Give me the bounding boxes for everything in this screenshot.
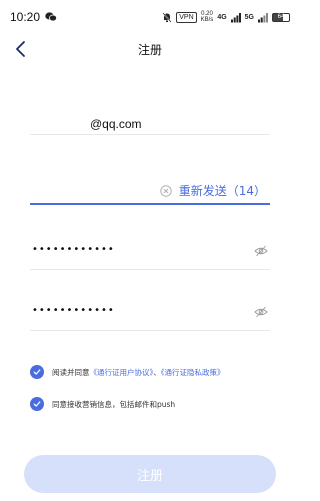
confirm-password-field[interactable]: •••••••••••• <box>30 299 270 331</box>
status-icons: VPN 0.20 KB/s 4G 5G 64 <box>162 11 290 23</box>
user-agreement-link[interactable]: 《通行证用户协议》 <box>90 368 154 377</box>
marketing-text: 同意接收营销信息，包括邮件和push <box>52 399 176 409</box>
confirm-password-mask: •••••••••••• <box>32 305 115 316</box>
page-title: 注册 <box>137 43 162 57</box>
network-type-1: 4G <box>217 13 227 21</box>
battery-indicator: 64 <box>272 12 290 22</box>
status-bar: 10:20 VPN 0.20 KB/s 4G 5G 64 <box>0 0 300 34</box>
wechat-icon <box>45 12 58 22</box>
checkmark-icon <box>33 401 41 407</box>
terms-text: 阅读并同意《通行证用户协议》、《通行证隐私政策》 <box>52 367 225 378</box>
resend-code-button[interactable]: 重新发送（14） <box>179 182 266 199</box>
signal-icon <box>230 12 241 22</box>
terms-prefix: 阅读并同意 <box>52 367 90 377</box>
bell-muted-icon <box>162 12 172 22</box>
marketing-consent-row: 同意接收营销信息，包括邮件和push <box>30 397 175 411</box>
email-value: @qq.com <box>90 117 142 131</box>
header: 注册 <box>0 34 300 64</box>
password-mask: •••••••••••• <box>32 244 115 255</box>
register-button[interactable]: 注册 <box>24 455 276 493</box>
privacy-policy-link[interactable]: 《通行证隐私政策》 <box>161 368 225 377</box>
signal-icon-2 <box>258 12 268 22</box>
password-field[interactable]: •••••••••••• <box>30 238 270 270</box>
speed-unit: KB/s <box>200 17 214 23</box>
network-speed: 0.20 KB/s <box>201 11 214 23</box>
eye-hidden-icon[interactable] <box>254 305 268 319</box>
checkmark-icon <box>33 369 41 375</box>
email-field[interactable]: @qq.com <box>30 110 270 135</box>
terms-checkbox[interactable] <box>30 365 44 379</box>
terms-agreement-row: 阅读并同意《通行证用户协议》、《通行证隐私政策》 <box>30 365 225 379</box>
verification-code-field[interactable]: 重新发送（14） <box>30 178 270 205</box>
eye-hidden-icon[interactable] <box>254 244 268 258</box>
vpn-badge: VPN <box>176 11 197 23</box>
clear-input-icon[interactable] <box>160 185 172 197</box>
marketing-checkbox[interactable] <box>30 397 44 411</box>
network-type-2: 5G <box>244 13 254 21</box>
status-time: 10:20 <box>10 10 41 24</box>
terms-separator: 、 <box>153 367 161 377</box>
